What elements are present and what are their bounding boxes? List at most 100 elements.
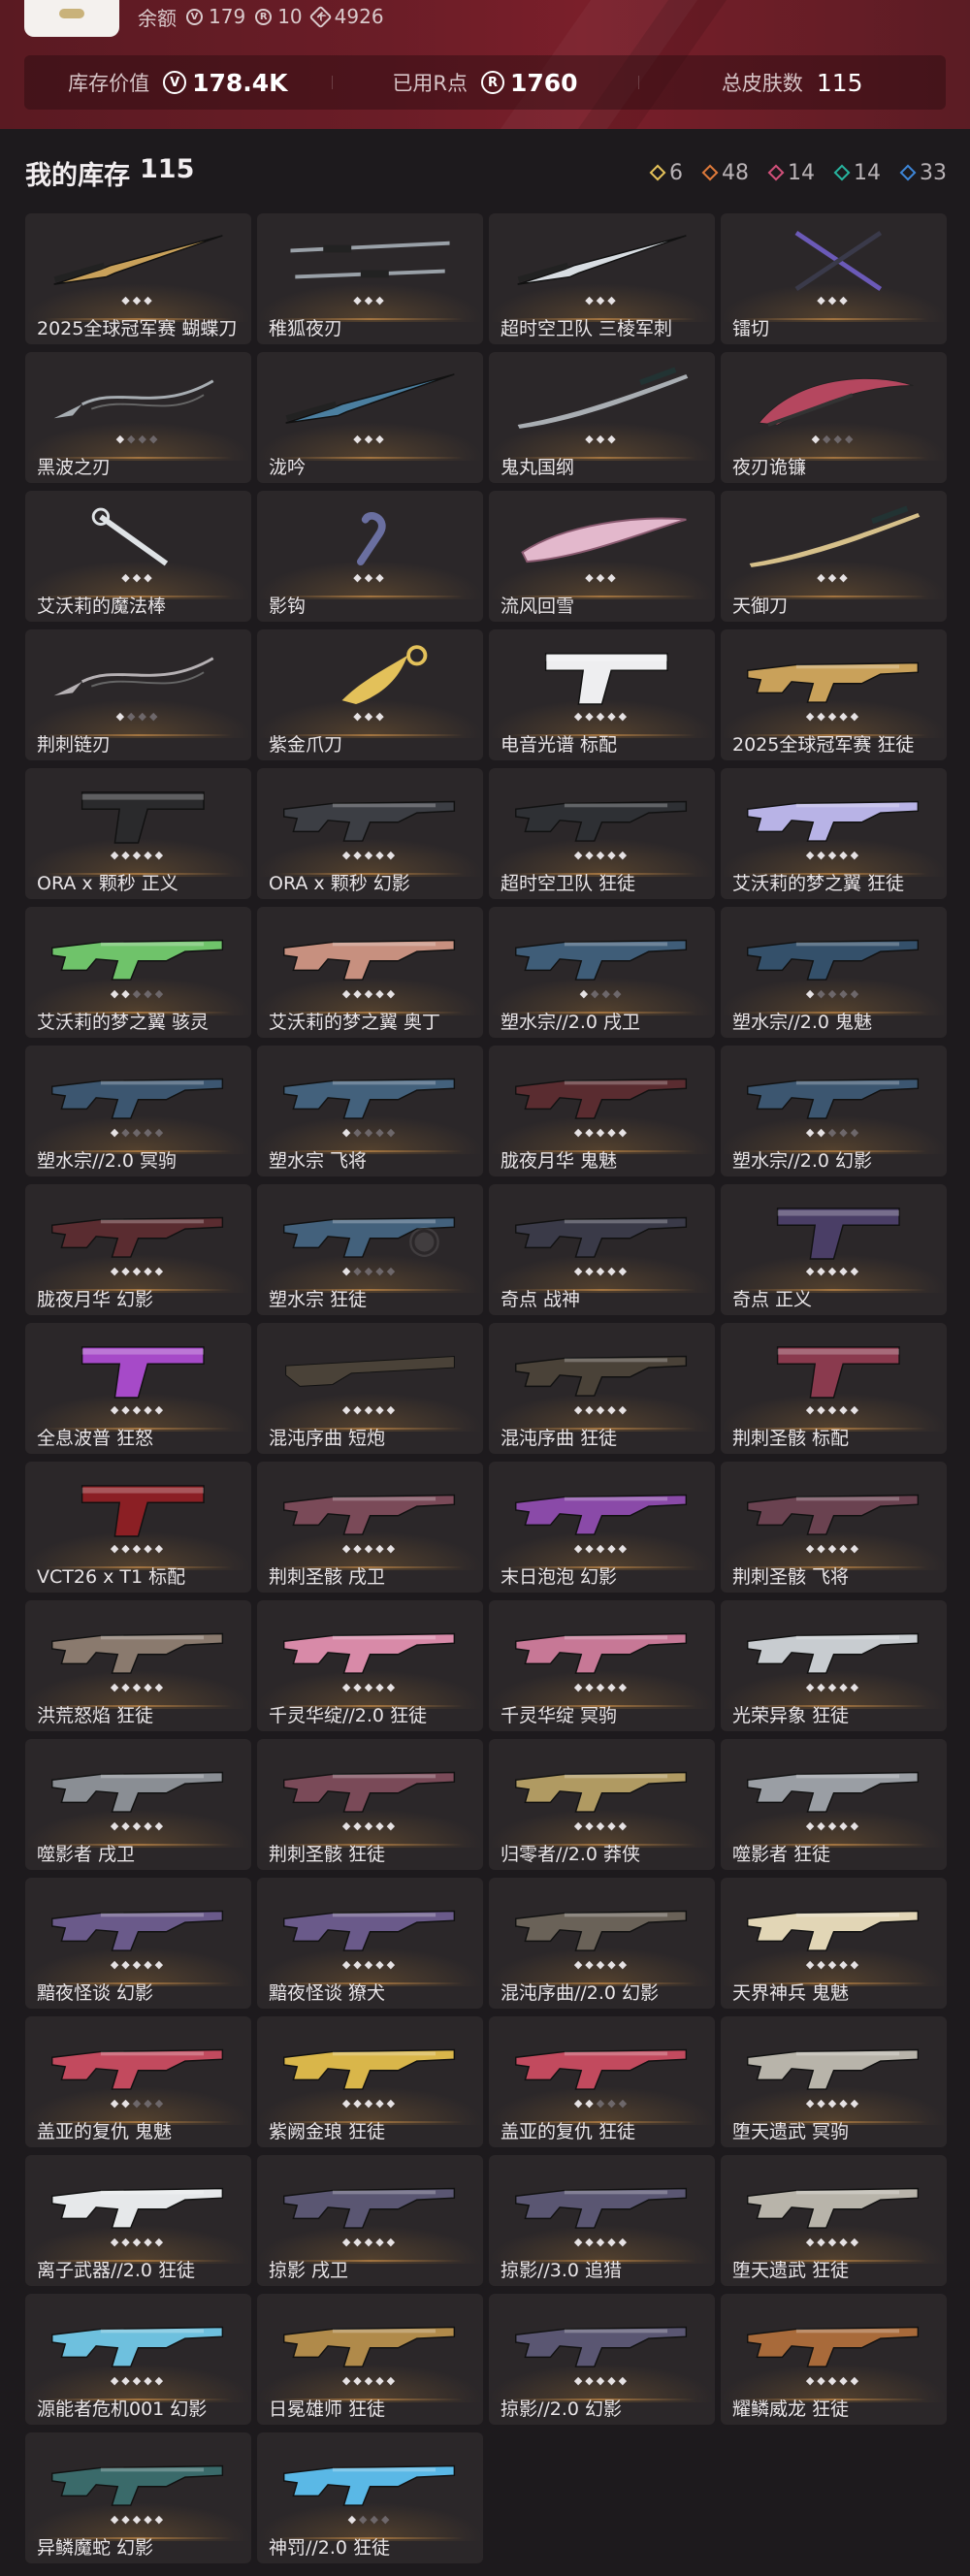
level-dots: ◆◆◆ [817,571,851,584]
skin-card[interactable]: ◆◆◆ 鬼丸国纲 [489,352,715,483]
skin-card[interactable]: ◆◆◆◆◆ 塑水宗//2.0 幻影 [721,1046,947,1176]
level-dots: ◆◆◆ [121,294,155,306]
skin-card[interactable]: ◆◆◆◆◆ 日冕雄师 狂徒 [257,2294,483,2425]
skin-card[interactable]: ◆◆◆◆◆ 塑水宗//2.0 鬼魅 [721,907,947,1038]
skin-card[interactable]: ◆◆◆◆◆ 混沌序曲 狂徒 [489,1323,715,1454]
skin-name: 艾沃莉的梦之翼 狂徒 [732,873,905,894]
level-dots: ◆◆◆◆◆ [110,2097,167,2109]
skin-card[interactable]: ◆◆◆◆ 神罚//2.0 狂徒 [257,2432,483,2563]
skin-name: 电音光谱 标配 [501,734,618,756]
skin-card[interactable]: ◆◆◆◆◆ 塑水宗 飞将 [257,1046,483,1176]
level-dots: ◆◆◆◆◆ [573,2097,630,2109]
skin-card[interactable]: ◆◆◆◆◆ 荆刺圣骸 戌卫 [257,1462,483,1593]
skin-card[interactable]: ◆◆◆◆◆ 黯夜怪谈 獠犬 [257,1878,483,2009]
weapon-image-icon [276,366,464,434]
tier-filter-3[interactable]: 14 [833,161,881,185]
skin-card[interactable]: ◆◆◆◆◆ 千灵华绽//2.0 狂徒 [257,1600,483,1731]
weapon-image-icon [508,1059,695,1127]
skin-card[interactable]: ◆◆◆◆◆ 艾沃莉的梦之翼 狂徒 [721,768,947,899]
skin-card[interactable]: ◆◆◆◆◆ 盖亚的复仇 鬼魅 [25,2016,251,2147]
tier-filter-0[interactable]: 6 [649,161,683,185]
skin-card[interactable]: ◆◆◆ 流风回雪 [489,491,715,622]
skin-card[interactable]: ◆◆◆◆◆ 洪荒怒焰 狂徒 [25,1600,251,1731]
skin-card[interactable]: ◆◆◆◆◆ 离子武器//2.0 狂徒 [25,2155,251,2286]
weapon-image-icon [276,1891,464,1959]
weapon-image-icon [45,1614,232,1682]
stat-inventory-value: 库存价值 V 178.4K [24,68,332,97]
skin-card[interactable]: ◆◆◆◆◆ 荆刺圣骸 飞将 [721,1462,947,1593]
tier-deluxe-icon [833,164,851,181]
level-dots: ◆◆◆◆◆ [110,849,167,861]
skin-card[interactable]: ◆◆◆◆◆ 掠影//3.0 追猎 [489,2155,715,2286]
skin-card[interactable]: ◆◆◆◆◆ 掠影//2.0 幻影 [489,2294,715,2425]
skin-card[interactable]: ◆◆◆ 镭切 [721,213,947,344]
skin-card[interactable]: ◆◆◆◆◆ 艾沃莉的梦之翼 骇灵 [25,907,251,1038]
skin-card[interactable]: ◆◆◆◆◆ 荆刺圣骸 标配 [721,1323,947,1454]
skin-card[interactable]: ◆◆◆◆◆ 混沌序曲//2.0 幻影 [489,1878,715,2009]
inventory-title-row: 我的库存 115 6 48 14 14 33 [25,153,947,192]
skin-card[interactable]: ◆◆◆◆◆ 千灵华绽 冥驹 [489,1600,715,1731]
skin-card[interactable]: ◆◆◆◆◆ 光荣异象 狂徒 [721,1600,947,1731]
skin-card[interactable]: ◆◆◆◆◆ 归零者//2.0 莽侠 [489,1739,715,1870]
skin-card[interactable]: ◆◆◆◆◆ 电音光谱 标配 [489,629,715,760]
skin-card[interactable]: ◆◆◆◆◆ 奇点 正义 [721,1184,947,1315]
level-dots: ◆◆◆◆◆ [805,987,862,1000]
skin-card[interactable]: ◆◆◆◆◆ 耀鳞威龙 狂徒 [721,2294,947,2425]
skin-card[interactable]: ◆◆◆◆ 夜刃诡镰 [721,352,947,483]
skin-card[interactable]: ◆◆◆◆◆ 黯夜怪谈 幻影 [25,1878,251,2009]
skin-card[interactable]: ◆◆◆◆ 荆刺链刃 [25,629,251,760]
skin-card[interactable]: ◆◆◆ 艾沃莉的魔法棒 [25,491,251,622]
skin-card[interactable]: ◆◆◆◆◆ 噬影者 戌卫 [25,1739,251,1870]
skin-card[interactable]: ◆◆◆◆◆ VCT26 x T1 标配 [25,1462,251,1593]
skin-card[interactable]: ◆◆◆ 影钩 [257,491,483,622]
skin-card[interactable]: ◆◆◆ 2025全球冠军赛 蝴蝶刀 [25,213,251,344]
skin-card[interactable]: ◆◆◆◆◆ 胧夜月华 鬼魅 [489,1046,715,1176]
skin-card[interactable]: ◆◆◆ 紫金爪刀 [257,629,483,760]
skin-card[interactable]: ◆◆◆◆ 黑波之刃 [25,352,251,483]
skin-card[interactable]: ◆◆◆ 超时空卫队 三棱军刺 [489,213,715,344]
skin-card[interactable]: ◆◆◆◆◆ 2025全球冠军赛 狂徒 [721,629,947,760]
tier-filter-2[interactable]: 14 [767,161,815,185]
vp-coin-icon: V [163,71,187,94]
balance-value: 10 [277,5,303,28]
skin-card[interactable]: ◆◆◆◆◆ 盖亚的复仇 狂徒 [489,2016,715,2147]
weapon-image-icon [276,920,464,988]
skin-card[interactable]: ◆◆◆◆ 塑水宗//2.0 戌卫 [489,907,715,1038]
skin-card[interactable]: ◆◆◆◆◆ ORA x 颗秒 正义 [25,768,251,899]
skin-card[interactable]: ◆◆◆◆◆ 全息波普 狂怒 [25,1323,251,1454]
skin-card[interactable]: ◆◆◆◆◆ 荆刺圣骸 狂徒 [257,1739,483,1870]
weapon-image-icon [276,1059,464,1127]
skin-card[interactable]: ◆◆◆◆◆ 掠影 戌卫 [257,2155,483,2286]
skin-card[interactable]: ◆◆◆◆◆ 混沌序曲 短炮 [257,1323,483,1454]
skin-card[interactable]: ◆◆◆ 稚狐夜刃 [257,213,483,344]
skin-card[interactable]: ◆◆◆◆◆ ORA x 颗秒 幻影 [257,768,483,899]
skin-card[interactable]: ◆◆◆◆◆ 堕天遗武 狂徒 [721,2155,947,2286]
skin-card[interactable]: ◆◆◆◆◆ 源能者危机001 幻影 [25,2294,251,2425]
avatar-badge-icon [59,9,84,18]
skin-card[interactable]: ◆◆◆◆◆ 紫阙金琅 狂徒 [257,2016,483,2147]
skin-grid: ◆◆◆ 2025全球冠军赛 蝴蝶刀 ◆◆◆ 稚狐夜刃 ◆◆◆ 超时空卫队 三棱军刺 ◆◆◆ 镭… [25,213,947,2563]
skin-card[interactable]: ◆◆◆ 泷吟 [257,352,483,483]
skin-card[interactable]: ◆◆◆◆◆ 噬影者 狂徒 [721,1739,947,1870]
weapon-image-icon [508,227,695,295]
skin-card[interactable]: ◆◆◆◆◆ 末日泡泡 幻影 [489,1462,715,1593]
level-dots: ◆◆◆◆◆ [805,710,862,723]
skin-card[interactable]: ◆◆◆◆◆ 堕天遗武 冥驹 [721,2016,947,2147]
skin-card[interactable]: ◆◆◆◆◆ 艾沃莉的梦之翼 奥丁 [257,907,483,1038]
skin-card[interactable]: ◆◆◆◆◆ 异鳞魔蛇 幻影 [25,2432,251,2563]
skin-card[interactable]: ◆◆◆◆◆ 胧夜月华 幻影 [25,1184,251,1315]
stat-label: 总皮肤数 [721,72,803,95]
skin-card[interactable]: ◆◆◆◆◆ 天界神兵 鬼魅 [721,1878,947,2009]
level-dots: ◆◆◆◆◆ [805,1958,862,1971]
tier-filter-1[interactable]: 48 [701,161,749,185]
skin-name: 盖亚的复仇 鬼魅 [37,2121,173,2142]
avatar[interactable] [24,0,119,37]
inventory-count: 115 [140,153,195,184]
skin-card[interactable]: ◆◆◆ 天御刀 [721,491,947,622]
skin-card[interactable]: ◆◆◆◆◆ 超时空卫队 狂徒 [489,768,715,899]
level-dots: ◆◆◆◆◆ [805,2374,862,2387]
skin-name: 全息波普 狂怒 [37,1428,154,1449]
tier-filter-4[interactable]: 33 [899,161,947,185]
skin-card[interactable]: ◆◆◆◆◆ 塑水宗//2.0 冥驹 [25,1046,251,1176]
page-title: 我的库存 115 [25,154,194,192]
